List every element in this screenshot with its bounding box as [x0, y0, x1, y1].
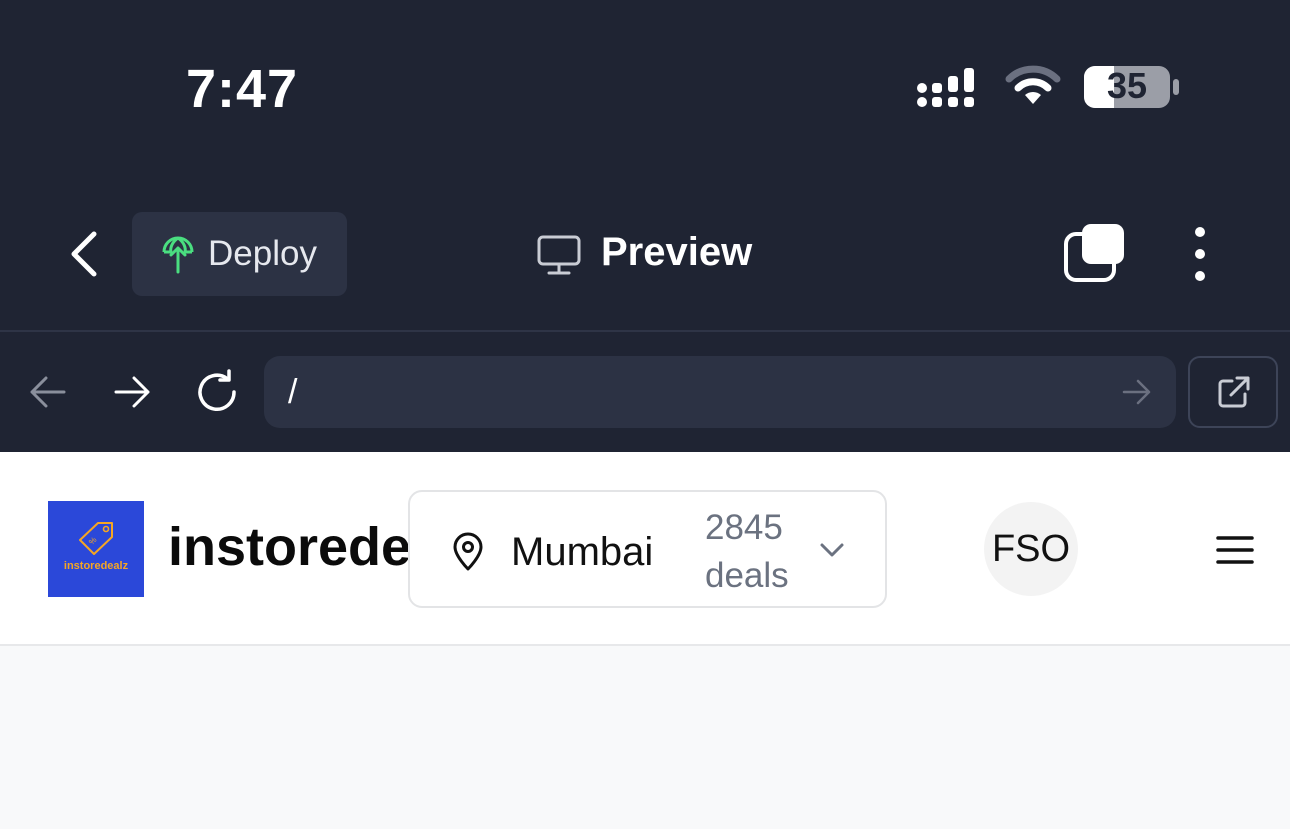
- external-link-icon: [1218, 376, 1250, 408]
- url-bar[interactable]: [264, 356, 1176, 428]
- chevron-down-icon: [820, 543, 844, 557]
- wifi-icon: [1005, 65, 1061, 104]
- open-external-button[interactable]: [1188, 356, 1278, 428]
- deal-count: 2845 deals: [705, 504, 805, 600]
- more-options-icon[interactable]: [1188, 224, 1212, 284]
- tabs-icon[interactable]: [1062, 222, 1126, 286]
- deal-count-unit: deals: [705, 556, 789, 595]
- site-logo[interactable]: % instoredealz: [48, 501, 144, 597]
- deploy-icon: [162, 236, 194, 274]
- deploy-label: Deploy: [208, 234, 317, 273]
- user-avatar[interactable]: FSO: [984, 502, 1078, 596]
- battery-level: 35: [1106, 65, 1148, 106]
- price-tag-icon: %: [79, 522, 113, 555]
- nav-back-icon[interactable]: [28, 372, 68, 412]
- back-chevron-icon[interactable]: [64, 228, 104, 280]
- hamburger-menu-icon[interactable]: [1216, 534, 1254, 566]
- toolbar-divider: [0, 330, 1290, 332]
- status-time: 7:47: [186, 59, 299, 119]
- site-header: % instoredealz instoredealz Mumbai 2845 …: [0, 452, 1290, 646]
- monitor-icon: [537, 235, 581, 275]
- cellular-signal-icon: [917, 68, 974, 107]
- preview-label: Preview: [601, 230, 753, 274]
- reload-icon[interactable]: [194, 369, 240, 415]
- city-name: Mumbai: [511, 530, 654, 574]
- battery-indicator: 35: [1084, 64, 1180, 108]
- city-selector[interactable]: Mumbai 2845 deals: [408, 490, 887, 608]
- svg-text:%: %: [87, 535, 98, 546]
- url-go-icon[interactable]: [1122, 378, 1152, 406]
- brand-name[interactable]: instoredealz: [168, 516, 418, 578]
- logo-text: instoredealz: [63, 560, 129, 572]
- deploy-button[interactable]: Deploy: [132, 212, 347, 296]
- app-chrome: 7:47 35 Deploy Preview /: [0, 0, 1290, 452]
- url-input[interactable]: [288, 356, 1108, 428]
- deal-count-number: 2845: [705, 508, 783, 547]
- location-pin-icon: [453, 532, 483, 571]
- nav-forward-icon[interactable]: [112, 372, 152, 412]
